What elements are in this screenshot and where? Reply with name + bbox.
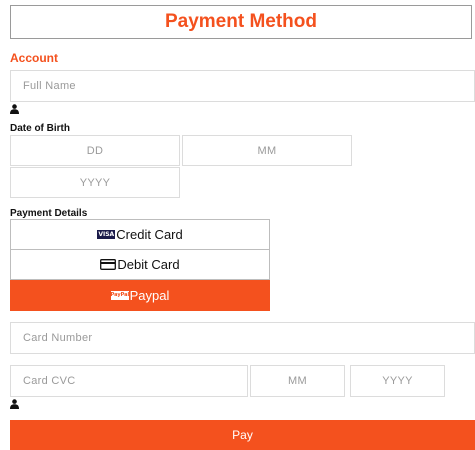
full-name-input[interactable] bbox=[21, 79, 474, 93]
debit-card-label: Debit Card bbox=[117, 257, 180, 272]
full-name-field[interactable] bbox=[10, 70, 475, 102]
date-of-birth-label: Date of Birth bbox=[10, 123, 70, 134]
paypal-icon: PayPal bbox=[110, 291, 130, 300]
payment-details-label: Payment Details bbox=[10, 208, 88, 219]
paypal-option[interactable]: PayPal Paypal bbox=[10, 280, 270, 311]
account-section-label: Account bbox=[10, 51, 58, 65]
dob-month-field[interactable] bbox=[182, 135, 352, 166]
page-title: Payment Method bbox=[164, 11, 318, 32]
credit-card-option[interactable]: VISA Credit Card bbox=[10, 219, 270, 250]
card-number-input[interactable] bbox=[21, 331, 474, 345]
page-header: Payment Method bbox=[10, 5, 472, 39]
paypal-label: Paypal bbox=[129, 288, 170, 303]
card-cvc-field[interactable] bbox=[10, 365, 248, 397]
expiry-month-input[interactable] bbox=[251, 374, 344, 388]
expiry-year-input[interactable] bbox=[351, 374, 444, 388]
user-icon bbox=[10, 104, 19, 114]
visa-icon: VISA bbox=[97, 230, 116, 239]
credit-card-label: Credit Card bbox=[116, 227, 183, 242]
dob-day-field[interactable] bbox=[10, 135, 180, 166]
debit-card-icon bbox=[100, 259, 117, 270]
card-cvc-input[interactable] bbox=[21, 374, 247, 388]
dob-day-input[interactable] bbox=[11, 143, 179, 158]
dob-year-input[interactable] bbox=[11, 175, 179, 190]
expiry-year-field[interactable] bbox=[350, 365, 445, 397]
pay-button[interactable]: Pay bbox=[10, 420, 475, 450]
debit-card-option[interactable]: Debit Card bbox=[10, 249, 270, 280]
dob-year-field[interactable] bbox=[10, 167, 180, 198]
expiry-month-field[interactable] bbox=[250, 365, 345, 397]
card-number-field[interactable] bbox=[10, 322, 475, 354]
dob-month-input[interactable] bbox=[183, 143, 351, 158]
user-icon bbox=[10, 399, 19, 409]
pay-button-label: Pay bbox=[232, 428, 253, 442]
